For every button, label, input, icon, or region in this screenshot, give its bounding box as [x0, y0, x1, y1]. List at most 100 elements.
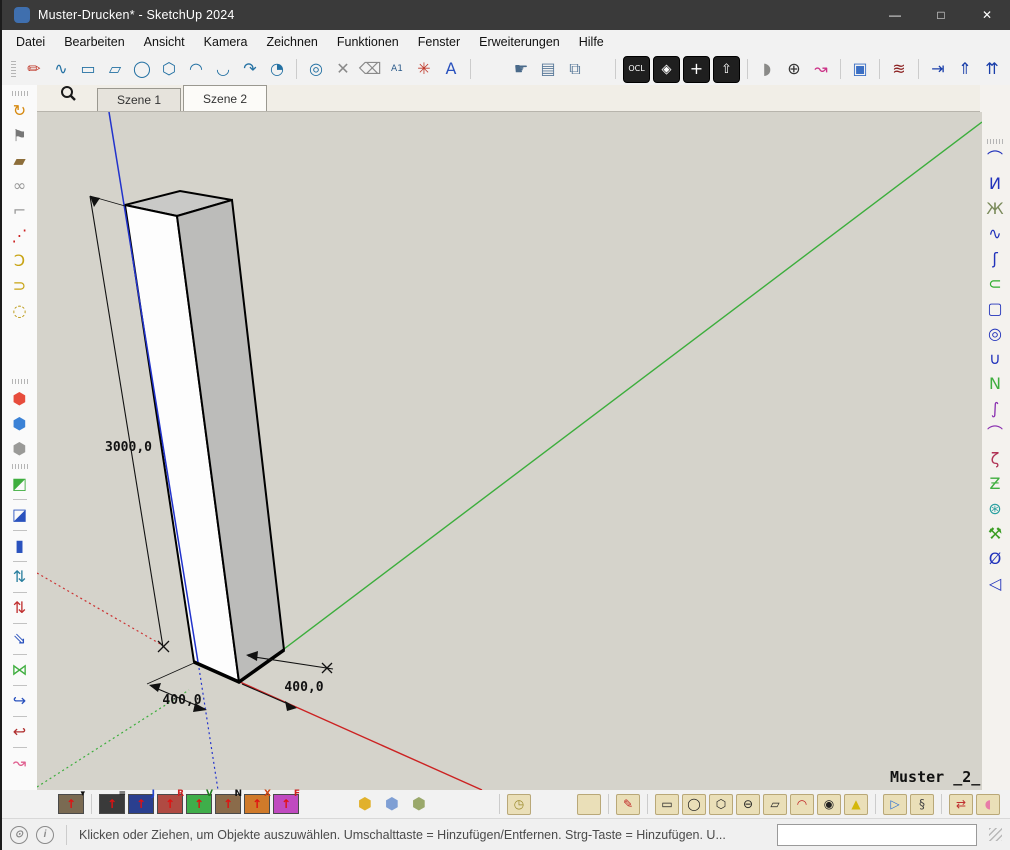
dim-label-left[interactable]: 400,0 — [162, 693, 201, 708]
export-model-icon[interactable]: ⇧ — [713, 56, 740, 83]
material-painter-icon[interactable]: ◈ — [653, 56, 680, 83]
crossed-curve-tool-icon[interactable]: ⊃ — [8, 274, 32, 298]
import-bars-icon[interactable]: ⇥ — [926, 57, 950, 81]
red-blue-curve-icon[interactable]: ζ — [983, 447, 1007, 471]
move-axes-icon[interactable]: + — [683, 56, 710, 83]
measurements-input[interactable] — [777, 824, 977, 846]
wave-spline-icon[interactable]: ∿ — [983, 222, 1007, 246]
extrude-n-icon[interactable]: ↑N — [215, 794, 241, 814]
green-axis-line[interactable] — [284, 122, 982, 649]
protractor-tool-icon[interactable]: ✕ — [331, 57, 355, 81]
menu-item-kamera[interactable]: Kamera — [204, 35, 248, 49]
title-bar[interactable]: Muster-Drucken* - SketchUp 2024 —□✕ — [2, 0, 1010, 30]
toolbar-drag-handle[interactable] — [12, 464, 28, 469]
polygon-tool-icon[interactable]: ⬡ — [157, 57, 181, 81]
axes-tool-icon[interactable]: ✳ — [412, 57, 436, 81]
menu-item-bearbeiten[interactable]: Bearbeiten — [64, 35, 124, 49]
curl-swirl-tool-icon[interactable]: ↻ — [8, 99, 32, 123]
menu-item-ansicht[interactable]: Ansicht — [144, 35, 185, 49]
surface-blank-icon[interactable] — [577, 794, 601, 815]
extrude-r-icon[interactable]: ↑R — [157, 794, 183, 814]
toolbar-drag-handle[interactable] — [11, 61, 16, 77]
diagonal-arrow-icon[interactable]: ⇘ — [8, 627, 32, 651]
surface-eraser-icon[interactable]: ◖ — [976, 794, 1000, 815]
curve-arrow-red-icon[interactable]: ↩ — [8, 720, 32, 744]
green-zigzag-icon[interactable]: N — [983, 372, 1007, 396]
solid-red-cube-icon[interactable]: ⬢ — [8, 387, 32, 411]
round-corner-green-icon[interactable]: ⬢ — [407, 792, 431, 816]
surface-contour-icon[interactable]: ▷ — [883, 794, 907, 815]
extrude-f-icon[interactable]: ↑F — [273, 794, 299, 814]
flag-tool-icon[interactable]: ⚑ — [8, 124, 32, 148]
surface-pencil-icon[interactable]: ✎ — [616, 794, 640, 815]
geolocation-globe-icon[interactable]: ⊕ — [782, 57, 806, 81]
fly-polyline-icon[interactable]: Ж — [983, 197, 1007, 221]
purple-arc-icon[interactable]: ⌒ — [983, 422, 1007, 446]
dotted-curve-tool-icon[interactable]: ⋰ — [8, 224, 32, 248]
surface-cone-icon[interactable]: ▲ — [844, 794, 868, 815]
solid-blue-cube-icon[interactable]: ⬢ — [8, 412, 32, 436]
dotted-circle-tool-icon[interactable]: ◌ — [8, 299, 32, 323]
toolbar-drag-handle[interactable] — [12, 91, 28, 96]
eraser-tool-icon[interactable]: ⌫ — [358, 57, 382, 81]
menu-item-hilfe[interactable]: Hilfe — [579, 35, 604, 49]
profile-bars-icon[interactable]: ⇈ — [980, 57, 1004, 81]
green-arc-icon[interactable]: ⊂ — [983, 272, 1007, 296]
line-tool-icon[interactable]: ✏ — [22, 57, 46, 81]
rectangle-tool-icon[interactable]: ▭ — [76, 57, 100, 81]
extrude-box-tool-icon[interactable]: ↑▾ — [58, 794, 84, 814]
arc-yellow-tool-icon[interactable]: Ɔ — [8, 249, 32, 273]
purple-s-curve-icon[interactable]: ∫ — [983, 397, 1007, 421]
entity-report-icon[interactable]: ▤ — [536, 57, 560, 81]
extrude-v-icon[interactable]: ↑V — [186, 794, 212, 814]
bent-profile-tool-icon[interactable]: ⌐ — [8, 199, 32, 223]
polyline-icon[interactable]: И — [983, 172, 1007, 196]
toolbar-drag-handle[interactable] — [12, 379, 28, 384]
follow-path-icon[interactable]: ↝ — [809, 57, 833, 81]
green-zigzag-line-icon[interactable]: Ƶ — [983, 472, 1007, 496]
curve-loop-tool-icon[interactable]: ∞ — [8, 174, 32, 198]
round-corner-yellow-icon[interactable]: ⬢ — [353, 792, 377, 816]
menu-item-datei[interactable]: Datei — [16, 35, 45, 49]
surface-parallelogram-icon[interactable]: ▱ — [763, 794, 787, 815]
surface-rectangle-icon[interactable]: ▭ — [655, 794, 679, 815]
dimension-depth-right[interactable]: 400,0 — [242, 651, 333, 711]
toolbar-drag-handle[interactable] — [987, 139, 1003, 144]
bezier-arc-icon[interactable]: ⌒ — [983, 147, 1007, 171]
dimension-text-tool-icon[interactable]: A1 — [385, 57, 409, 81]
geolocation-status-icon[interactable]: ⊙ — [10, 826, 28, 844]
dimension-depth-left[interactable]: 400,0 — [147, 663, 207, 712]
rounded-square-icon[interactable]: ▢ — [983, 297, 1007, 321]
curve-arrow-blue-icon[interactable]: ↪ — [8, 689, 32, 713]
extrude-j-icon[interactable]: ↑J — [128, 794, 154, 814]
dim-label-right[interactable]: 400,0 — [284, 680, 323, 695]
menu-item-erweiterungen[interactable]: Erweiterungen — [479, 35, 560, 49]
surface-freehand-icon[interactable]: § — [910, 794, 934, 815]
arc-tool-icon[interactable]: ◠ — [184, 57, 208, 81]
surface-circle-icon[interactable]: ◯ — [682, 794, 706, 815]
scene-tab-2[interactable]: Szene 2 — [183, 85, 267, 111]
red-axis-line[interactable] — [240, 682, 482, 790]
pie-tool-icon[interactable]: ◔ — [265, 57, 289, 81]
surface-offset-icon[interactable]: ⇄ — [949, 794, 973, 815]
u-curve-icon[interactable]: ∪ — [983, 347, 1007, 371]
menu-item-zeichnen[interactable]: Zeichnen — [266, 35, 317, 49]
push-blue-face-icon[interactable]: ◪ — [8, 503, 32, 527]
extrude-equal-icon[interactable]: ↑= — [99, 794, 125, 814]
helix-spring-icon[interactable]: ≋ — [887, 57, 911, 81]
component-tool-icon[interactable]: ⧉ — [563, 57, 587, 81]
twist-x-icon[interactable]: ⋈ — [8, 658, 32, 682]
maximize-button[interactable]: □ — [918, 0, 964, 30]
updown-red-icon[interactable]: ⇅ — [8, 596, 32, 620]
minimize-button[interactable]: — — [872, 0, 918, 30]
surface-polygon-icon[interactable]: ⬡ — [709, 794, 733, 815]
search-icon[interactable] — [59, 85, 77, 108]
round-corner-blue-icon[interactable]: ⬢ — [380, 792, 404, 816]
extrude-bar-icon[interactable]: ▮ — [8, 534, 32, 558]
menu-item-fenster[interactable]: Fenster — [418, 35, 460, 49]
two-point-arc-tool-icon[interactable]: ◡ — [211, 57, 235, 81]
updown-blue-green-icon[interactable]: ⇅ — [8, 565, 32, 589]
report-arrow-icon[interactable]: ⇑ — [953, 57, 977, 81]
teal-polygon-icon[interactable]: ⊛ — [983, 497, 1007, 521]
3d-text-tool-icon[interactable]: A — [439, 57, 463, 81]
